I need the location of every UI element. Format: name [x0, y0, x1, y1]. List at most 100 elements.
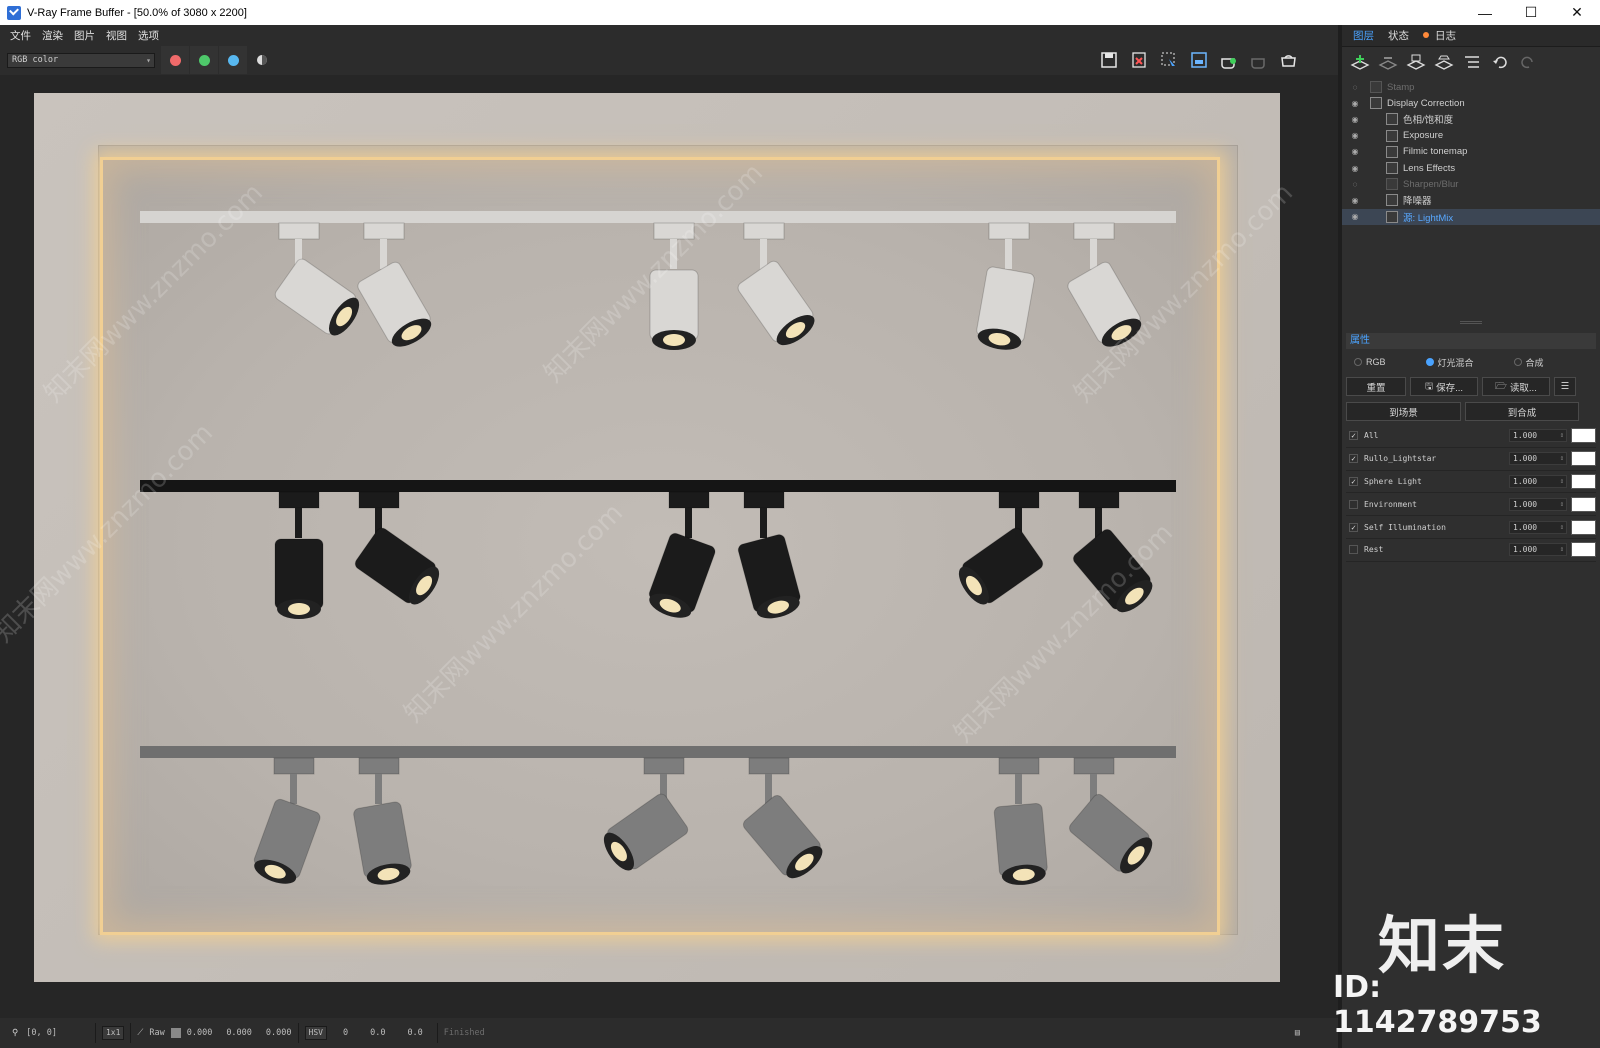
layer-row[interactable]: ◉ Lens Effects	[1342, 160, 1600, 176]
eye-icon[interactable]: ◉	[1348, 147, 1362, 156]
log-icon[interactable]: ▤	[1295, 1028, 1300, 1038]
eye-icon[interactable]: ◉	[1348, 164, 1362, 173]
channel-select[interactable]: RGB color	[7, 52, 155, 68]
layer-row[interactable]: ◉ 源: LightMix	[1342, 208, 1600, 225]
spotlight	[357, 222, 432, 347]
maximize-button[interactable]: ☐	[1508, 0, 1554, 25]
picker-icon[interactable]: ⟋	[137, 1028, 143, 1038]
blue-channel-button[interactable]	[219, 46, 247, 74]
save-preset-button[interactable]: 🖫 保存...	[1410, 377, 1478, 396]
to-composite-button[interactable]: 到合成	[1465, 402, 1579, 421]
menu-view[interactable]: 视图	[106, 28, 127, 43]
close-button[interactable]: ✕	[1554, 0, 1600, 25]
layer-row[interactable]: ◉ Filmic tonemap	[1342, 144, 1600, 160]
props-divider[interactable]	[1342, 319, 1600, 325]
lightmix-checkbox[interactable]	[1349, 499, 1358, 509]
mode-rgb[interactable]: RGB	[1354, 357, 1386, 367]
render-viewport[interactable]: 知末网www.znzmo.com 知末网www.znzmo.com 知末网www…	[0, 75, 1338, 1018]
red-channel-button[interactable]	[161, 46, 189, 74]
brand-watermark: 知末 ID: 1142789753	[1330, 895, 1600, 1045]
layer-list: ◌ Stamp ◉ Display Correction ◉ 色相/饱和度 ◉ Exposur…	[1342, 79, 1600, 269]
lightmix-row: ✓ All 1.000	[1346, 425, 1596, 448]
light-color-swatch[interactable]	[1571, 473, 1596, 489]
light-color-swatch[interactable]	[1571, 519, 1596, 535]
menu-list-button[interactable]: ☰	[1554, 377, 1576, 396]
save-icon: 🖫	[1424, 380, 1434, 392]
layer-row[interactable]: ◌ Sharpen/Blur	[1342, 176, 1600, 192]
eye-icon[interactable]: ◉	[1348, 212, 1362, 221]
remove-layer-icon[interactable]	[1376, 51, 1400, 73]
menu-file[interactable]: 文件	[10, 28, 31, 43]
stop-icon[interactable]	[1246, 48, 1272, 72]
lightmix-checkbox[interactable]	[1349, 545, 1358, 555]
save-layers-icon[interactable]	[1404, 51, 1428, 73]
mono-icon	[257, 55, 267, 65]
multiplier-spinner[interactable]: 1.000	[1509, 429, 1567, 443]
mode-lightmix[interactable]: 灯光混合	[1425, 356, 1474, 369]
layer-row[interactable]: ◉ 降噪器	[1342, 192, 1600, 208]
radio-icon	[1513, 358, 1522, 366]
mode-composite[interactable]: 合成	[1513, 356, 1544, 369]
load-layers-icon[interactable]	[1432, 51, 1456, 73]
lightmix-checkbox[interactable]: ✓	[1349, 431, 1358, 441]
toolbar-right	[1096, 48, 1302, 72]
multiplier-spinner[interactable]: 1.000	[1509, 543, 1567, 557]
mode-composite-label: 合成	[1525, 357, 1544, 368]
eye-icon[interactable]: ◌	[1348, 180, 1362, 189]
reset-button[interactable]: 重置	[1346, 377, 1406, 396]
light-color-swatch[interactable]	[1571, 496, 1596, 512]
layer-row[interactable]: ◉ 色相/饱和度	[1342, 111, 1600, 127]
tab-status[interactable]: 状态	[1381, 25, 1416, 47]
spotlight	[274, 491, 324, 619]
light-color-swatch[interactable]	[1571, 451, 1596, 467]
layer-row[interactable]: ◉ Display Correction	[1342, 95, 1600, 111]
properties-header: 属性	[1346, 333, 1596, 349]
load-preset-button[interactable]: 🗁 读取...	[1482, 377, 1550, 396]
multiplier-spinner[interactable]: 1.000	[1509, 452, 1567, 466]
lightmix-checkbox[interactable]: ✓	[1349, 522, 1358, 532]
lightmix-name: All	[1364, 431, 1379, 441]
minimize-button[interactable]: —	[1462, 0, 1508, 25]
menu-image[interactable]: 图片	[74, 28, 95, 43]
redo-icon[interactable]	[1516, 51, 1540, 73]
eye-icon[interactable]: ◉	[1348, 196, 1362, 205]
spotlight	[958, 491, 1044, 605]
multiplier-spinner[interactable]: 1.000	[1509, 520, 1567, 534]
lightmix-checkbox[interactable]: ✓	[1349, 454, 1358, 464]
save-icon[interactable]	[1096, 48, 1122, 72]
title-bar: V-Ray Frame Buffer - [50.0% of 3080 x 22…	[0, 0, 1600, 25]
colorspace-select[interactable]: HSV	[304, 1026, 327, 1040]
eye-icon[interactable]: ◉	[1348, 131, 1362, 140]
layer-row[interactable]: ◌ Stamp	[1342, 79, 1600, 95]
compare-icon[interactable]	[1186, 48, 1212, 72]
layer-row[interactable]: ◉ Exposure	[1342, 128, 1600, 144]
red-dot-icon	[169, 54, 181, 66]
pin-icon[interactable]: ⚲	[12, 1028, 18, 1038]
eye-icon[interactable]: ◉	[1348, 115, 1362, 124]
zoom-select[interactable]: 1x1	[101, 1026, 125, 1040]
green-channel-button[interactable]	[190, 46, 218, 74]
undo-icon[interactable]	[1488, 51, 1512, 73]
mono-channel-button[interactable]	[248, 46, 276, 74]
list-icon[interactable]	[1460, 51, 1484, 73]
eye-icon[interactable]: ◌	[1348, 83, 1362, 92]
render-icon[interactable]	[1216, 48, 1242, 72]
coords-readout: [0, 0]	[26, 1028, 57, 1038]
region-icon[interactable]	[1156, 48, 1182, 72]
eye-icon[interactable]: ◉	[1348, 99, 1362, 108]
multiplier-spinner[interactable]: 1.000	[1509, 474, 1567, 488]
light-color-swatch[interactable]	[1571, 428, 1596, 444]
multiplier-spinner[interactable]: 1.000	[1509, 497, 1567, 511]
tab-layers[interactable]: 图层	[1346, 25, 1381, 47]
menu-options[interactable]: 选项	[138, 28, 159, 43]
teapot-icon[interactable]	[1276, 48, 1302, 72]
clear-icon[interactable]	[1126, 48, 1152, 72]
spotlight	[649, 222, 699, 350]
to-scene-button[interactable]: 到场景	[1346, 402, 1461, 421]
menu-render[interactable]: 渲染	[42, 28, 63, 43]
add-layer-icon[interactable]	[1348, 51, 1372, 73]
lightmix-checkbox[interactable]: ✓	[1349, 476, 1358, 486]
tab-log[interactable]: 日志	[1416, 25, 1463, 47]
spotlight	[353, 757, 412, 885]
light-color-swatch[interactable]	[1571, 542, 1596, 558]
